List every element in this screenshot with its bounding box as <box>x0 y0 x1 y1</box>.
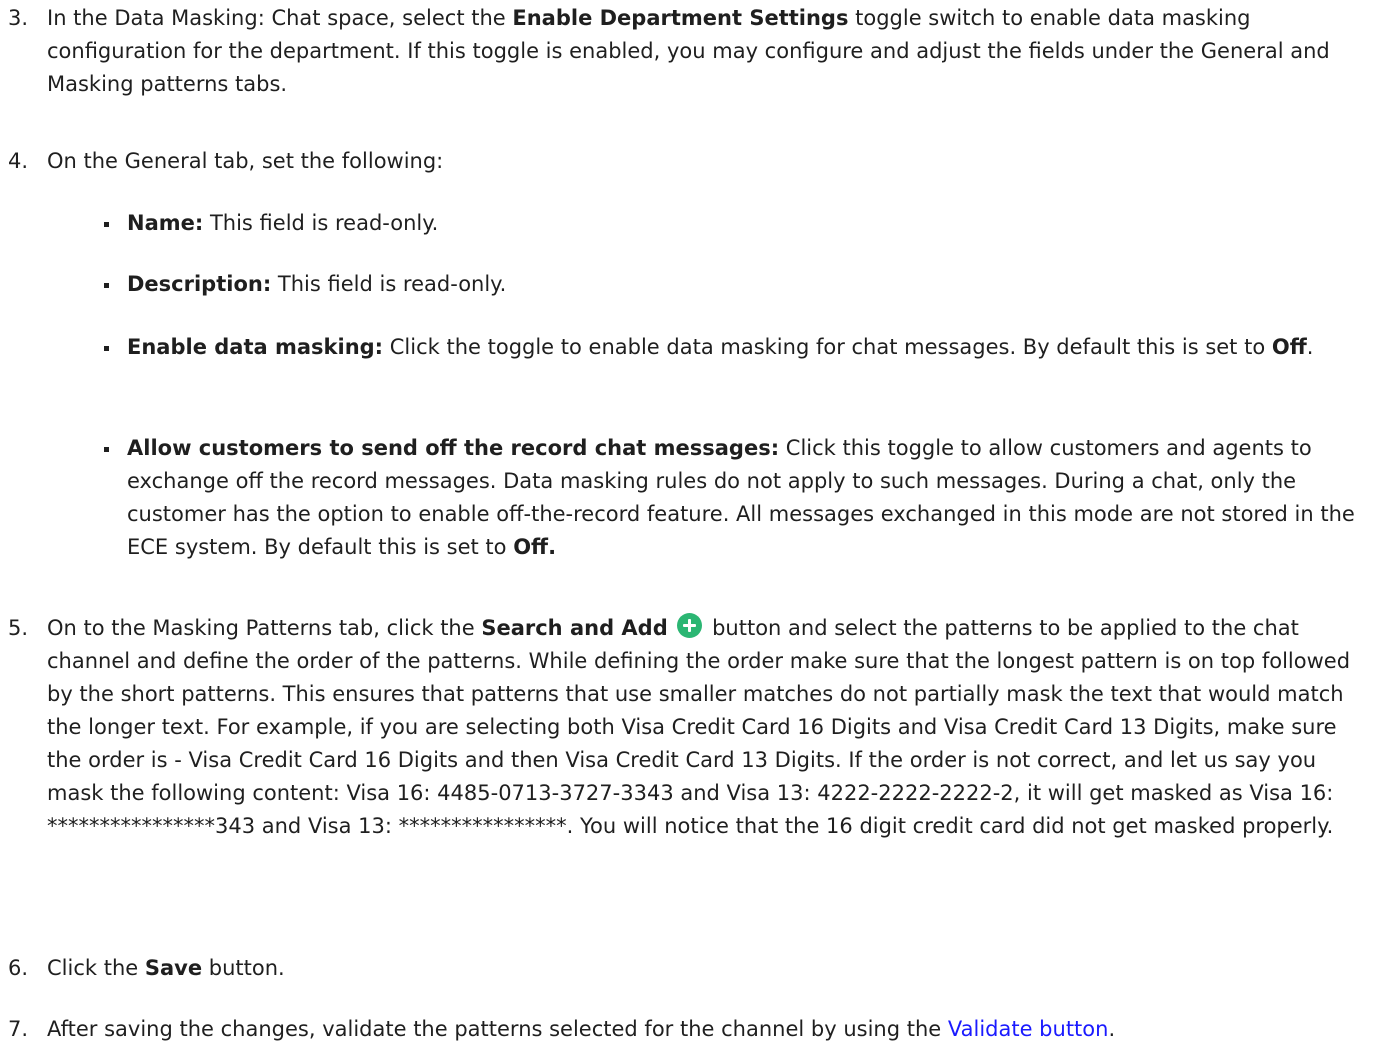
step-3: 3. In the Data Masking: Chat space, sele… <box>0 2 1374 101</box>
bullet-enable-data-masking: Enable data masking: Click the toggle to… <box>0 331 1374 364</box>
bullet-off-the-record: Allow customers to send off the record c… <box>0 432 1374 564</box>
text-run: Click the <box>47 956 145 980</box>
bold-term: Search and Add <box>481 616 668 640</box>
step-number: 4. <box>8 149 29 173</box>
bullet-marker <box>104 447 109 452</box>
text-run: This field is read-only. <box>203 211 439 235</box>
text-run: This field is read-only. <box>271 272 507 296</box>
step-4-text: On the General tab, set the following: <box>47 149 444 173</box>
bold-term: Name: <box>127 211 204 235</box>
step-6: 6. Click the Save button. <box>0 952 1374 985</box>
list-item: Name: This field is read-only. <box>127 207 1374 240</box>
step-4: 4. On the General tab, set the following… <box>0 145 1374 178</box>
step-5-text: On to the Masking Patterns tab, click th… <box>47 612 1374 843</box>
text-run: In the Data Masking: Chat space, select … <box>47 6 513 30</box>
text-run: button. <box>202 956 285 980</box>
list-item: Description: This field is read-only. <box>127 268 1374 301</box>
step-5: 5. On to the Masking Patterns tab, click… <box>0 612 1374 843</box>
bullet-name: Name: This field is read-only. <box>0 207 1374 240</box>
step-3-text: In the Data Masking: Chat space, select … <box>47 2 1374 101</box>
validate-button-link[interactable]: Validate button <box>948 1017 1109 1041</box>
bold-term: Off. <box>513 535 557 559</box>
list-item: Enable data masking: Click the toggle to… <box>127 331 1374 364</box>
plus-circle-icon <box>677 613 703 638</box>
bold-term: Save <box>144 956 203 980</box>
step-7: 7. After saving the changes, validate th… <box>0 1013 1374 1046</box>
document-page: 3. In the Data Masking: Chat space, sele… <box>0 0 1388 1047</box>
text-run: . <box>1306 335 1314 359</box>
text-run: Click the toggle to enable data masking … <box>383 335 1272 359</box>
step-7-text: After saving the changes, validate the p… <box>47 1013 1374 1046</box>
text-run: . <box>1108 1017 1116 1041</box>
bold-term: Description: <box>127 272 272 296</box>
bullet-marker <box>104 283 109 288</box>
bullet-marker <box>104 346 109 351</box>
bold-term: Enable data masking: <box>127 335 384 359</box>
step-number: 7. <box>8 1017 29 1041</box>
step-6-text: Click the Save button. <box>47 952 1374 985</box>
bullet-description: Description: This field is read-only. <box>0 268 1374 301</box>
bold-term: Enable Department Settings <box>512 6 849 30</box>
text-run: After saving the changes, validate the p… <box>47 1017 948 1041</box>
bullet-marker <box>104 222 109 227</box>
step-number: 3. <box>8 6 29 30</box>
list-item: Allow customers to send off the record c… <box>127 432 1374 564</box>
step-number: 5. <box>8 616 29 640</box>
step-number: 6. <box>8 956 29 980</box>
bold-term: Allow customers to send off the record c… <box>127 436 780 460</box>
text-run: On to the Masking Patterns tab, click th… <box>47 616 482 640</box>
bold-term: Off <box>1271 335 1307 359</box>
text-run: button and select the patterns to be app… <box>47 616 1351 838</box>
